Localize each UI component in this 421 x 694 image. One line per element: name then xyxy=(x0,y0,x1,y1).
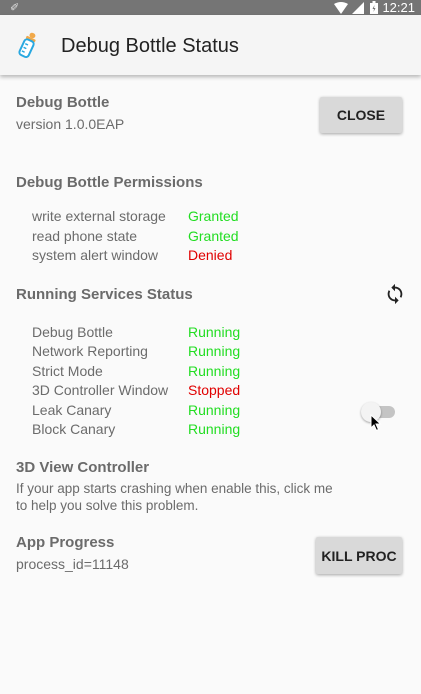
service-status: Running xyxy=(188,402,241,418)
service-name: Block Canary xyxy=(32,421,116,437)
process-id-text: process_id=11148 xyxy=(16,556,129,572)
refresh-icon[interactable] xyxy=(384,283,406,305)
main-content: Debug Bottle version 1.0.0EAP CLOSE Debu… xyxy=(0,75,421,694)
page-title: Debug Bottle Status xyxy=(61,35,239,57)
signal-icon xyxy=(352,1,365,14)
service-status: Running xyxy=(188,324,241,340)
service-name: Network Reporting xyxy=(32,343,148,359)
view-controller-title: 3D View Controller xyxy=(16,459,150,476)
version-text: version 1.0.0EAP xyxy=(16,116,125,132)
service-status: Running xyxy=(188,343,241,359)
view-controller-desc-line2: to help you solve this problem. xyxy=(16,498,199,513)
app-progress-title: App Progress xyxy=(16,534,115,551)
kill-proc-button[interactable]: KILL PROC xyxy=(316,537,402,574)
mouse-pointer-icon xyxy=(370,413,382,437)
service-name: Strict Mode xyxy=(32,363,103,379)
service-status: Running xyxy=(188,363,241,379)
notification-icon: ✐ xyxy=(10,2,20,14)
baby-bottle-icon xyxy=(16,31,40,64)
service-status: Running xyxy=(188,421,241,437)
permission-status: Granted xyxy=(188,208,239,224)
status-icons: 12:21 xyxy=(334,0,421,15)
service-status: Stopped xyxy=(188,382,241,398)
wifi-icon xyxy=(334,1,349,14)
permission-name: write external storage xyxy=(32,208,166,224)
services-title: Running Services Status xyxy=(16,286,193,303)
permission-name: system alert window xyxy=(32,247,159,263)
status-bar: ✐ 12:21 xyxy=(0,0,421,15)
app-bar: Debug Bottle Status xyxy=(0,15,421,75)
permission-status: Granted xyxy=(188,228,239,244)
status-time: 12:21 xyxy=(382,0,415,15)
service-name: Leak Canary xyxy=(32,402,112,418)
permission-name: read phone state xyxy=(32,228,138,244)
service-name: Debug Bottle xyxy=(32,324,113,340)
view-controller-desc-line1: If your app starts crashing when enable … xyxy=(16,481,333,496)
permission-status: Denied xyxy=(188,247,233,263)
service-name: 3D Controller Window xyxy=(32,382,169,398)
close-button[interactable]: CLOSE xyxy=(320,97,402,133)
debug-bottle-title: Debug Bottle xyxy=(16,94,110,111)
permissions-title: Debug Bottle Permissions xyxy=(16,174,203,191)
battery-icon xyxy=(370,1,379,14)
